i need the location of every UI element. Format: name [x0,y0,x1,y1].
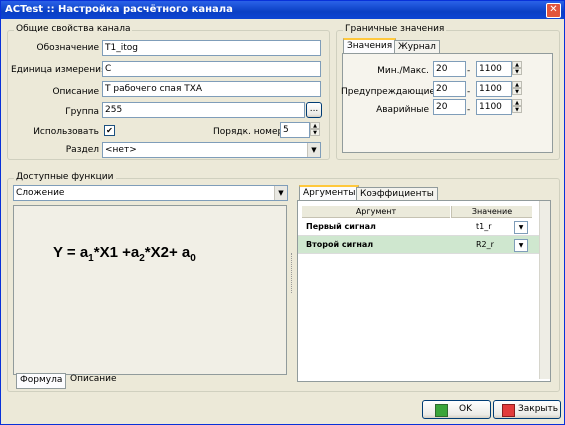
tab-arguments[interactable]: Аргументы [299,185,360,201]
chevron-down-icon[interactable]: ▼ [307,143,320,157]
ok-button-label: OK [459,404,472,414]
group-field[interactable]: 255 [102,102,305,118]
limits-title: Граничные значения [343,24,447,34]
tab-journal[interactable]: Журнал [394,40,440,54]
window-title: ACTest :: Настройка расчётного канала [5,4,233,15]
arguments-grid: Аргумент Значение Первый сигнал t1_r ▼ В… [297,200,551,382]
alarm-spinner[interactable]: ▲ ▼ [512,99,522,115]
warning-label: Предупреждающие [341,87,435,97]
chevron-down-icon[interactable]: ▼ [514,221,528,234]
minmax-spinner[interactable]: ▲ ▼ [512,61,522,77]
general-properties-title: Общие свойства канала [14,24,133,34]
close-button[interactable]: Закрыть [493,400,561,419]
formula-part-2: *X2+ a [144,244,191,261]
description-label: Описание [52,87,99,97]
alarm-dash: - [467,105,471,115]
argument-value: R2_r [476,240,494,249]
unit-field[interactable]: C [102,61,321,77]
group-browse-button[interactable]: ... [306,102,322,118]
ok-button[interactable]: OK [422,400,491,419]
functions-title: Доступные функции [14,172,116,182]
formula-sub-0: 0 [190,253,196,264]
table-row[interactable]: Первый сигнал t1_r ▼ [298,218,547,236]
formula-text: Y = a1*X1 +a2*X2+ a0 [53,244,196,264]
section-combobox[interactable]: <нет> ▼ [102,142,321,158]
column-header-value[interactable]: Значение [451,206,532,218]
minmax-max-field[interactable]: 1100 [476,61,512,77]
use-label: Использовать [33,127,99,137]
close-icon [502,404,515,417]
use-checkbox[interactable]: ✔ [104,125,115,136]
description-field[interactable]: T рабочего спая ТХА [102,81,321,97]
minmax-label: Мин./Макс. [377,66,429,76]
tab-values[interactable]: Значения [343,38,397,54]
warning-min-field[interactable]: 20 [433,81,466,97]
section-label: Раздел [65,145,99,155]
close-window-button[interactable]: ✕ [546,3,561,18]
minmax-min-field[interactable]: 20 [433,61,466,77]
table-row[interactable]: Второй сигнал R2_r ▼ [298,236,547,254]
splitter-handle[interactable] [291,253,295,293]
dialog-window: ACTest :: Настройка расчётного канала ✕ … [0,0,565,425]
minmax-dash: - [467,66,471,76]
ok-icon [435,404,448,417]
tab-formula[interactable]: Формула [16,373,67,389]
grid-scrollbar[interactable] [539,201,550,379]
group-label: Группа [65,107,99,117]
formula-part-1: *X1 +a [93,244,140,261]
warning-dash: - [467,87,471,97]
order-spinner[interactable]: ▲ ▼ [310,122,320,138]
designation-field[interactable]: T1_itog [102,40,321,56]
formula-part-y: Y = a [53,244,89,261]
column-header-argument[interactable]: Аргумент [302,206,450,218]
chevron-down-icon[interactable]: ▼ [274,186,287,200]
tab-description[interactable]: Описание [67,373,120,386]
alarm-label: Аварийные [376,105,429,115]
function-combobox-value: Сложение [16,188,65,198]
argument-name: Второй сигнал [306,240,374,249]
function-combobox[interactable]: Сложение ▼ [13,185,288,201]
argument-name: Первый сигнал [306,222,376,231]
order-field[interactable]: 5 [280,122,310,138]
title-bar: ACTest :: Настройка расчётного канала ✕ [1,1,564,19]
alarm-min-field[interactable]: 20 [433,99,466,115]
section-combobox-value: <нет> [105,145,137,155]
chevron-down-icon[interactable]: ▼ [514,239,528,252]
designation-label: Обозначение [36,43,99,53]
alarm-max-field[interactable]: 1100 [476,99,512,115]
order-label: Порядк. номер [213,127,284,137]
warning-max-field[interactable]: 1100 [476,81,512,97]
warning-spinner[interactable]: ▲ ▼ [512,81,522,97]
formula-panel: Y = a1*X1 +a2*X2+ a0 [13,205,287,375]
argument-value: t1_r [476,222,492,231]
unit-label: Единица измерения [11,65,107,75]
tab-coefficients[interactable]: Коэффициенты [356,187,438,201]
close-button-label: Закрыть [518,404,559,414]
